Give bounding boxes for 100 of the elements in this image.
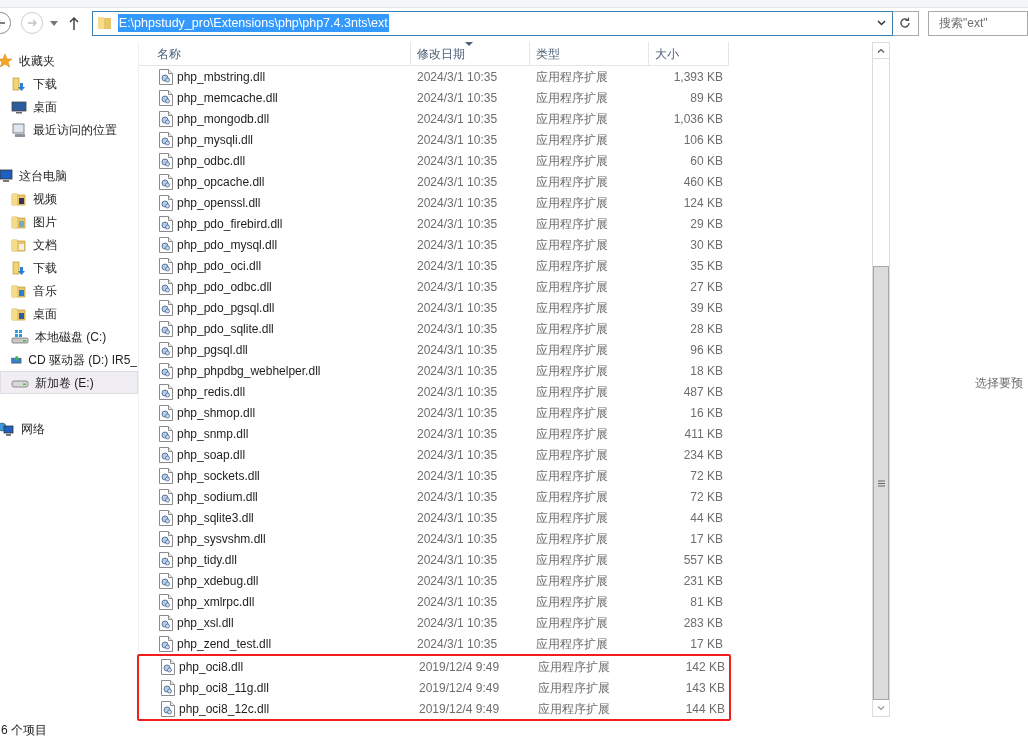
nav-item[interactable]: 收藏夹 bbox=[0, 49, 138, 72]
file-size: 557 KB bbox=[682, 551, 723, 569]
nav-item[interactable]: 桌面 bbox=[0, 302, 138, 325]
file-size: 143 KB bbox=[684, 679, 725, 697]
modified-date: 2019/12/4 9:49 bbox=[418, 658, 501, 676]
column-header[interactable]: 修改日期 bbox=[411, 42, 530, 66]
forward-arrow-icon bbox=[27, 18, 38, 28]
file-name: php_memcache.dll bbox=[177, 89, 278, 107]
nav-item[interactable]: 网络 bbox=[0, 417, 138, 440]
dll-file-icon bbox=[159, 383, 173, 400]
computer-icon bbox=[0, 167, 13, 184]
file-size: 411 KB bbox=[683, 425, 723, 443]
dll-file-icon bbox=[159, 551, 173, 568]
dll-file-icon bbox=[159, 572, 173, 589]
nav-item[interactable]: 新加卷 (E:) bbox=[0, 371, 138, 394]
file-name: php_pdo_odbc.dll bbox=[177, 278, 272, 296]
file-row[interactable]: php_openssl.dll 2024/3/1 10:35 应用程序扩展 124 KB bbox=[139, 192, 871, 213]
file-name: php_pdo_oci.dll bbox=[177, 257, 262, 275]
file-row[interactable]: php_mysqli.dll 2024/3/1 10:35 应用程序扩展 106 KB bbox=[139, 129, 871, 150]
file-row[interactable]: php_memcache.dll 2024/3/1 10:35 应用程序扩展 89 KB bbox=[139, 87, 871, 108]
file-row[interactable]: php_snmp.dll 2024/3/1 10:35 应用程序扩展 411 KB bbox=[139, 423, 871, 444]
file-row[interactable]: php_pdo_sqlite.dll 2024/3/1 10:35 应用程序扩展 28 KB bbox=[139, 318, 871, 339]
file-row[interactable]: php_oci8_11g.dll 2019/12/4 9:49 应用程序扩展 143 KB bbox=[141, 677, 729, 698]
nav-item[interactable]: 最近访问的位置 bbox=[0, 118, 138, 141]
file-row[interactable]: php_pdo_oci.dll 2024/3/1 10:35 应用程序扩展 35 KB bbox=[139, 255, 871, 276]
file-row[interactable]: php_sqlite3.dll 2024/3/1 10:35 应用程序扩展 44 KB bbox=[139, 507, 871, 528]
file-size: 231 KB bbox=[682, 572, 723, 590]
file-row[interactable]: php_oci8_12c.dll 2019/12/4 9:49 应用程序扩展 144 KB bbox=[141, 698, 729, 719]
file-row[interactable]: php_redis.dll 2024/3/1 10:35 应用程序扩展 487 KB bbox=[139, 381, 871, 402]
search-field[interactable]: 搜索"ext" bbox=[928, 10, 1028, 36]
file-row[interactable]: php_pdo_firebird.dll 2024/3/1 10:35 应用程序扩展 29 KB bbox=[139, 213, 871, 234]
file-size: 17 KB bbox=[689, 530, 723, 548]
star-icon bbox=[0, 52, 13, 69]
file-row[interactable]: php_mongodb.dll 2024/3/1 10:35 应用程序扩展 1,036 KB bbox=[139, 108, 871, 129]
file-row[interactable]: php_pdo_odbc.dll 2024/3/1 10:35 应用程序扩展 27 KB bbox=[139, 276, 871, 297]
modified-date: 2024/3/1 10:35 bbox=[416, 488, 499, 506]
file-row[interactable]: php_pdo_mysql.dll 2024/3/1 10:35 应用程序扩展 30 KB bbox=[139, 234, 871, 255]
modified-date: 2024/3/1 10:35 bbox=[416, 425, 499, 443]
file-name: php_redis.dll bbox=[177, 383, 246, 401]
dll-file-icon bbox=[159, 278, 173, 295]
file-size: 283 KB bbox=[682, 614, 723, 632]
file-row[interactable]: php_xdebug.dll 2024/3/1 10:35 应用程序扩展 231 KB bbox=[139, 570, 871, 591]
file-row[interactable]: php_pgsql.dll 2024/3/1 10:35 应用程序扩展 96 KB bbox=[139, 339, 871, 360]
file-name: php_mysqli.dll bbox=[177, 131, 254, 149]
nav-item[interactable]: 文档 bbox=[0, 233, 138, 256]
modified-date: 2019/12/4 9:49 bbox=[418, 700, 501, 718]
dll-file-icon bbox=[159, 509, 173, 526]
file-row[interactable]: php_zend_test.dll 2024/3/1 10:35 应用程序扩展 17 KB bbox=[139, 633, 871, 654]
sort-arrow-icon bbox=[465, 42, 473, 46]
file-row[interactable]: php_pdo_pgsql.dll 2024/3/1 10:35 应用程序扩展 39 KB bbox=[139, 297, 871, 318]
modified-date: 2024/3/1 10:35 bbox=[416, 446, 499, 464]
column-header[interactable]: 类型 bbox=[530, 42, 649, 66]
nav-item[interactable]: 桌面 bbox=[0, 95, 138, 118]
nav-item[interactable]: 下载 bbox=[0, 256, 138, 279]
file-row[interactable]: php_xsl.dll 2024/3/1 10:35 应用程序扩展 283 KB bbox=[139, 612, 871, 633]
file-size: 29 KB bbox=[689, 215, 723, 233]
network-icon bbox=[0, 420, 15, 437]
file-row[interactable]: php_tidy.dll 2024/3/1 10:35 应用程序扩展 557 KB bbox=[139, 549, 871, 570]
file-type: 应用程序扩展 bbox=[535, 362, 609, 380]
nav-item[interactable]: 本地磁盘 (C:) bbox=[0, 325, 138, 348]
file-size: 1,393 KB bbox=[672, 68, 723, 86]
file-row[interactable]: php_oci8.dll 2019/12/4 9:49 应用程序扩展 142 KB bbox=[141, 656, 729, 677]
nav-item[interactable]: 这台电脑 bbox=[0, 164, 138, 187]
file-type: 应用程序扩展 bbox=[535, 446, 609, 464]
nav-item[interactable]: 图片 bbox=[0, 210, 138, 233]
recent-places-icon bbox=[11, 121, 27, 138]
modified-date: 2024/3/1 10:35 bbox=[416, 593, 499, 611]
nav-item[interactable]: 视频 bbox=[0, 187, 138, 210]
file-row[interactable]: php_phpdbg_webhelper.dll 2024/3/1 10:35 应用程序扩展 18 KB bbox=[139, 360, 871, 381]
file-row[interactable]: php_xmlrpc.dll 2024/3/1 10:35 应用程序扩展 81 KB bbox=[139, 591, 871, 612]
file-type: 应用程序扩展 bbox=[535, 215, 609, 233]
up-arrow-icon bbox=[69, 16, 80, 30]
file-row[interactable]: php_odbc.dll 2024/3/1 10:35 应用程序扩展 60 KB bbox=[139, 150, 871, 171]
file-row[interactable]: php_sysvshm.dll 2024/3/1 10:35 应用程序扩展 17 KB bbox=[139, 528, 871, 549]
file-size: 81 KB bbox=[689, 593, 723, 611]
file-size: 27 KB bbox=[689, 278, 723, 296]
file-size: 144 KB bbox=[684, 700, 725, 718]
refresh-button[interactable] bbox=[892, 10, 919, 36]
column-header[interactable]: 名称 bbox=[139, 42, 411, 66]
column-header[interactable]: 大小 bbox=[649, 42, 729, 66]
file-row[interactable]: php_mbstring.dll 2024/3/1 10:35 应用程序扩展 1,393 KB bbox=[139, 66, 871, 87]
file-type: 应用程序扩展 bbox=[535, 152, 609, 170]
file-row[interactable]: php_sockets.dll 2024/3/1 10:35 应用程序扩展 72 KB bbox=[139, 465, 871, 486]
file-row[interactable]: php_opcache.dll 2024/3/1 10:35 应用程序扩展 460 KB bbox=[139, 171, 871, 192]
modified-date: 2024/3/1 10:35 bbox=[416, 635, 499, 653]
file-row[interactable]: php_sodium.dll 2024/3/1 10:35 应用程序扩展 72 KB bbox=[139, 486, 871, 507]
nav-item[interactable]: 音乐 bbox=[0, 279, 138, 302]
dll-file-icon bbox=[159, 467, 173, 484]
file-row[interactable]: php_shmop.dll 2024/3/1 10:35 应用程序扩展 16 KB bbox=[139, 402, 871, 423]
modified-date: 2024/3/1 10:35 bbox=[416, 110, 499, 128]
dll-file-icon bbox=[159, 320, 173, 337]
file-type: 应用程序扩展 bbox=[535, 278, 609, 296]
file-size: 72 KB bbox=[689, 488, 723, 506]
file-row[interactable]: php_soap.dll 2024/3/1 10:35 应用程序扩展 234 KB bbox=[139, 444, 871, 465]
folder-icon bbox=[11, 213, 27, 230]
file-type: 应用程序扩展 bbox=[535, 635, 609, 653]
nav-item[interactable]: CD 驱动器 (D:) IR5_ bbox=[0, 348, 138, 371]
nav-item[interactable]: 下载 bbox=[0, 72, 138, 95]
folder-icon bbox=[11, 236, 27, 253]
scrollbar-thumb[interactable] bbox=[873, 266, 889, 700]
